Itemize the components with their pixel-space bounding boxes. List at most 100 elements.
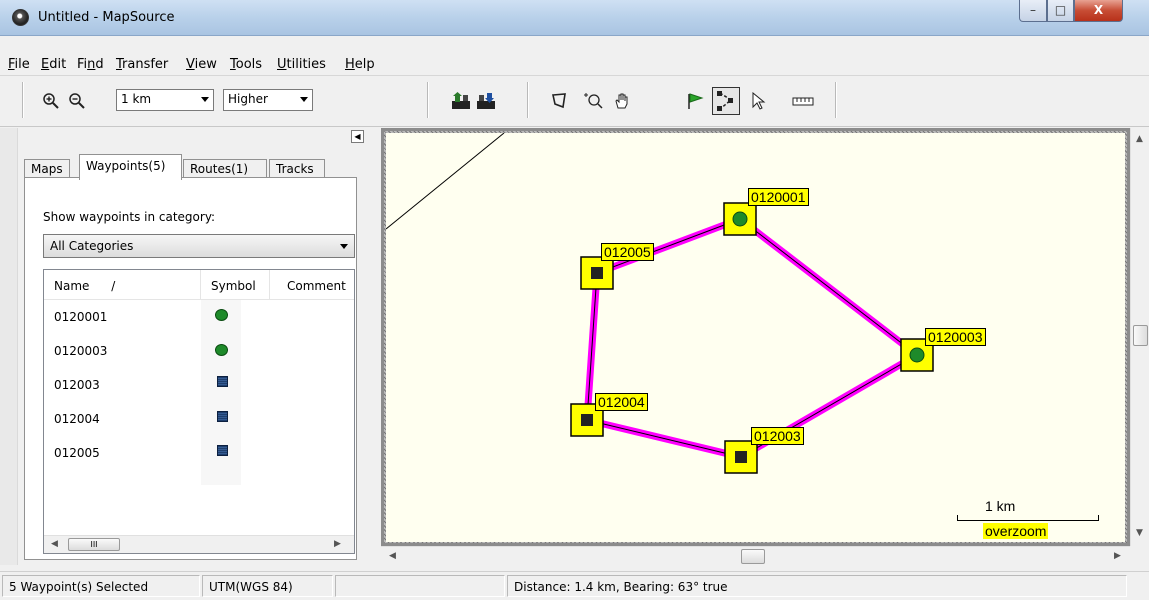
chevron-down-icon — [340, 244, 348, 249]
scroll-left-icon[interactable]: ◀ — [51, 539, 58, 549]
waypoint-0120001[interactable] — [723, 202, 757, 236]
overzoom-indicator: overzoom — [983, 523, 1049, 539]
title-menu-gap — [0, 36, 1149, 54]
waypoints-tab-content: Show waypoints in category: All Categori… — [24, 177, 357, 560]
collapse-panel-button[interactable]: ◀ — [351, 130, 364, 143]
tab-maps[interactable]: Maps — [24, 159, 70, 179]
scrollbar-thumb[interactable] — [741, 549, 765, 564]
toolbar-separator — [835, 82, 837, 118]
toolbar-grip — [22, 82, 24, 118]
list-item[interactable]: 0120001 — [44, 300, 354, 334]
menu-bar: File Edit Find Transfer View Tools Utili… — [0, 54, 1149, 76]
blue-square-icon — [217, 411, 228, 422]
menu-file[interactable]: File — [8, 57, 30, 72]
waypoint-label: 012004 — [595, 393, 648, 411]
status-bar: 5 Waypoint(s) Selected UTM(WGS 84) Dista… — [0, 571, 1149, 600]
scroll-right-icon[interactable]: ▶ — [1114, 551, 1121, 561]
waypoint-label: 012003 — [751, 427, 804, 445]
waypoint-label: 0120001 — [748, 188, 809, 206]
list-header: Name / Symbol Comment — [44, 270, 354, 300]
selection-arrow-icon[interactable] — [750, 91, 768, 110]
app-icon — [12, 9, 29, 26]
data-panel: ◀ Maps Waypoints(5) Routes(1) Tracks Sho… — [18, 128, 364, 565]
status-datum: UTM(WGS 84) — [202, 575, 333, 597]
scroll-right-icon[interactable]: ▶ — [334, 539, 341, 549]
scrollbar-thumb[interactable]: III — [68, 538, 120, 551]
toolbar: 1 km Higher — [0, 77, 1149, 127]
list-item[interactable]: 012003 — [44, 368, 354, 402]
detail-combo-value: Higher — [228, 92, 268, 106]
menu-find[interactable]: Find — [77, 57, 104, 72]
waypoint-012003[interactable] — [724, 440, 758, 474]
mapsource-window: Untitled - MapSource – □ X File Edit Fin… — [0, 0, 1149, 600]
map-select-icon[interactable] — [551, 92, 569, 110]
column-name-header[interactable]: Name / — [44, 270, 201, 300]
tab-tracks[interactable]: Tracks — [269, 159, 325, 179]
category-select-value: All Categories — [50, 239, 134, 253]
scale-combo-value: 1 km — [121, 92, 152, 106]
left-margin — [0, 128, 18, 565]
toolbar-separator — [527, 82, 529, 118]
menu-edit[interactable]: Edit — [41, 57, 66, 72]
chevron-down-icon — [201, 97, 209, 102]
menu-help[interactable]: Help — [345, 57, 375, 72]
waypoint-flag-icon[interactable] — [686, 92, 704, 110]
scroll-down-icon[interactable]: ▼ — [1136, 528, 1143, 538]
route-tool-button[interactable] — [712, 87, 740, 115]
waypoint-name: 012005 — [54, 446, 100, 460]
detail-combo[interactable]: Higher — [223, 89, 313, 111]
column-name-label: Name — [54, 279, 90, 293]
menu-view[interactable]: View — [186, 57, 217, 72]
blue-square-icon — [217, 445, 228, 456]
distance-ruler-icon[interactable] — [792, 92, 814, 110]
map-canvas[interactable]: 0120001 012005 0120003 012004 012003 1 k… — [386, 133, 1125, 542]
toolbar-separator — [427, 82, 429, 118]
status-selection: 5 Waypoint(s) Selected — [2, 575, 200, 597]
map-boundary-line — [386, 133, 505, 230]
waypoint-name: 012004 — [54, 412, 100, 426]
menu-tools[interactable]: Tools — [230, 57, 262, 72]
blue-square-icon — [217, 376, 228, 387]
menu-transfer[interactable]: Transfer — [116, 57, 168, 72]
zoom-tool-icon[interactable] — [583, 92, 603, 110]
waypoint-list: Name / Symbol Comment 0120001 0120003 01… — [43, 269, 355, 554]
chevron-down-icon — [300, 97, 308, 102]
map-vertical-scrollbar[interactable]: ▲ ▼ — [1130, 128, 1149, 546]
maximize-button[interactable]: □ — [1047, 0, 1074, 22]
waypoint-012005[interactable] — [580, 256, 614, 290]
column-comment-header[interactable]: Comment — [270, 270, 354, 300]
close-button[interactable]: X — [1074, 0, 1123, 22]
hand-tool-icon[interactable] — [613, 92, 631, 110]
title-bar: Untitled - MapSource – □ X — [0, 0, 1149, 36]
list-item[interactable]: 012005 — [44, 436, 354, 470]
list-horizontal-scrollbar[interactable]: ◀ III ▶ — [44, 535, 354, 553]
tab-waypoints[interactable]: Waypoints(5) — [79, 154, 182, 180]
route-tool-icon — [717, 91, 733, 111]
scale-combo[interactable]: 1 km — [116, 89, 214, 111]
zoom-in-icon[interactable] — [42, 92, 60, 110]
category-select[interactable]: All Categories — [43, 234, 355, 258]
green-dot-icon — [215, 309, 228, 321]
zoom-out-icon[interactable] — [68, 92, 86, 110]
waypoint-name: 0120003 — [54, 344, 108, 358]
send-to-device-icon[interactable] — [476, 92, 495, 110]
column-symbol-header[interactable]: Symbol — [201, 270, 270, 300]
tab-routes[interactable]: Routes(1) — [183, 159, 267, 179]
minimize-button[interactable]: – — [1019, 0, 1047, 22]
scale-bar — [957, 515, 1099, 521]
window-title: Untitled - MapSource — [38, 10, 175, 25]
scroll-up-icon[interactable]: ▲ — [1136, 134, 1143, 144]
list-item[interactable]: 012004 — [44, 402, 354, 436]
scale-label: 1 km — [985, 498, 1016, 514]
status-distance: Distance: 1.4 km, Bearing: 63° true — [507, 575, 1127, 597]
list-item[interactable]: 0120003 — [44, 334, 354, 368]
map-horizontal-scrollbar[interactable]: ◀ ▶ — [381, 546, 1130, 565]
sort-indicator-icon: / — [111, 279, 116, 293]
waypoint-label: 012005 — [601, 243, 654, 261]
scroll-left-icon[interactable]: ◀ — [389, 551, 396, 561]
waypoint-name: 0120001 — [54, 310, 108, 324]
scrollbar-thumb[interactable] — [1133, 325, 1148, 346]
status-spacer — [335, 575, 505, 597]
receive-from-device-icon[interactable] — [451, 92, 470, 110]
menu-utilities[interactable]: Utilities — [277, 57, 326, 72]
